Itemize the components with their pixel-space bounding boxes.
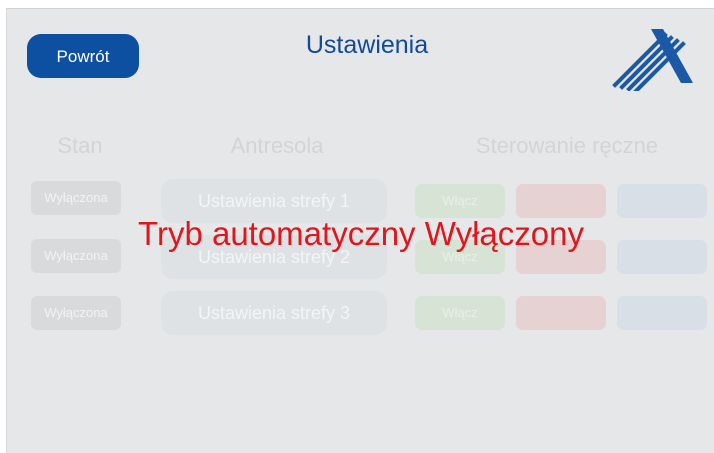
zone-1-on-button[interactable]: Włącz [415,184,505,218]
zone-3-off-button[interactable] [516,296,606,330]
zone-3-on-button[interactable]: Włącz [415,296,505,330]
column-header-state: Stan [57,133,103,158]
zone-1-stop-button[interactable] [617,184,707,218]
zone-3-state-badge: Wyłączona [31,296,121,330]
back-button[interactable]: Powrót [27,34,139,78]
zone-1-off-button[interactable] [516,184,606,218]
zone-1-state-badge: Wyłączona [31,181,121,215]
company-logo-icon [612,29,693,91]
zone-3-stop-button[interactable] [617,296,707,330]
auto-mode-disabled-message: Tryb automatyczny Wyłączony [138,215,584,252]
zone-3-settings-button[interactable]: Ustawienia strefy 3 [161,291,387,335]
column-header-manual-control: Sterowanie ręczne [475,133,659,158]
column-header-zone: Antresola [230,133,324,158]
settings-screen: Powrót Ustawienia Stan Antresola Sterowa… [6,8,714,453]
page-title: Ustawienia [305,31,429,59]
